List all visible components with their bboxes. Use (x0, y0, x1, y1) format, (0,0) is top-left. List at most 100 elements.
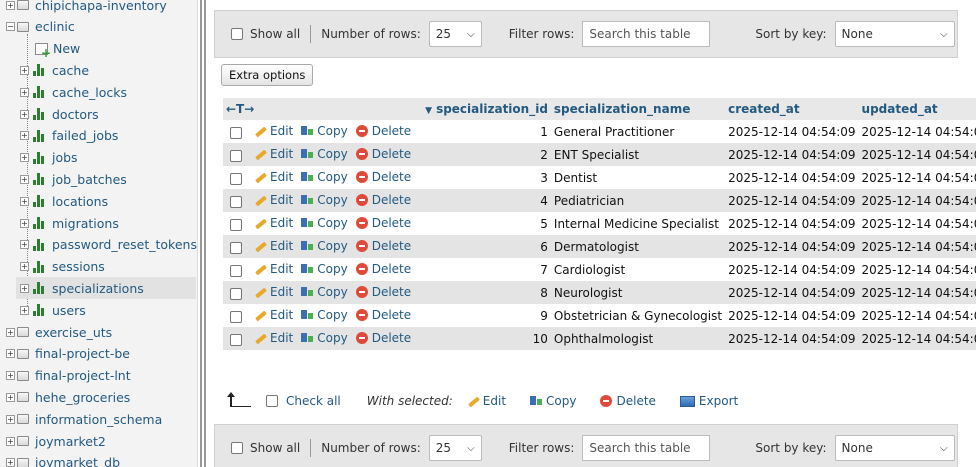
column-arrows[interactable]: ←T→ (223, 98, 423, 120)
cell-created-at[interactable]: 2025-12-14 04:54:09 (725, 166, 859, 189)
cell-updated-at[interactable]: 2025-12-14 04:54:09 (858, 304, 976, 327)
header-specialization-id[interactable]: ▼ specialization_id (422, 98, 551, 120)
expand-icon[interactable]: + (20, 262, 29, 272)
copy-button[interactable]: Copy (301, 285, 348, 299)
row-checkbox[interactable] (230, 288, 242, 300)
copy-button[interactable]: Copy (301, 124, 348, 138)
cell-updated-at[interactable]: 2025-12-14 04:54:09 (858, 258, 976, 281)
collapse-icon[interactable]: − (6, 22, 15, 32)
database-item[interactable]: + hehe_groceries (6, 386, 130, 408)
header-specialization-name[interactable]: specialization_name (550, 98, 726, 120)
database-item[interactable]: + final-project-be (6, 343, 130, 365)
cell-specialization-id[interactable]: 5 (422, 212, 551, 235)
filter-search-input[interactable]: Search this table (582, 21, 711, 47)
check-all-link[interactable]: Check all (286, 394, 341, 408)
cell-created-at[interactable]: 2025-12-14 04:54:09 (725, 120, 859, 143)
cell-specialization-name[interactable]: Dermatologist (550, 235, 726, 258)
expand-icon[interactable]: + (20, 131, 29, 141)
cell-specialization-name[interactable]: Obstetrician & Gynecologist (550, 304, 726, 327)
cell-updated-at[interactable]: 2025-12-14 04:54:09 (858, 235, 976, 258)
cell-specialization-id[interactable]: 10 (422, 327, 551, 350)
delete-button[interactable]: Delete (355, 285, 411, 299)
copy-button[interactable]: Copy (301, 262, 348, 276)
table-item[interactable]: + cache (16, 59, 89, 81)
check-all-checkbox[interactable] (266, 395, 278, 407)
cell-updated-at[interactable]: 2025-12-14 04:54:09 (858, 327, 976, 350)
table-item[interactable]: + sessions (16, 256, 105, 278)
expand-icon[interactable]: + (20, 283, 29, 293)
table-item[interactable]: + locations (16, 190, 108, 212)
table-item[interactable]: + jobs (16, 147, 78, 169)
header-created-at[interactable]: created_at (725, 98, 859, 120)
bulk-export-button[interactable]: Export (679, 394, 738, 408)
cell-specialization-name[interactable]: General Practitioner (550, 120, 726, 143)
delete-button[interactable]: Delete (355, 262, 411, 276)
cell-specialization-id[interactable]: 9 (422, 304, 551, 327)
table-item[interactable]: + password_reset_tokens (16, 234, 197, 256)
row-checkbox[interactable] (230, 196, 242, 208)
copy-button[interactable]: Copy (301, 239, 348, 253)
delete-button[interactable]: Delete (355, 239, 411, 253)
bulk-delete-button[interactable]: Delete (600, 394, 656, 408)
expand-icon[interactable]: + (20, 153, 29, 163)
cell-updated-at[interactable]: 2025-12-14 04:54:09 (858, 189, 976, 212)
expand-icon[interactable]: + (20, 65, 29, 75)
cell-updated-at[interactable]: 2025-12-14 04:54:09 (858, 120, 976, 143)
delete-button[interactable]: Delete (355, 216, 411, 230)
copy-button[interactable]: Copy (301, 216, 348, 230)
copy-button[interactable]: Copy (301, 147, 348, 161)
expand-icon[interactable]: + (6, 414, 15, 424)
cell-created-at[interactable]: 2025-12-14 04:54:09 (725, 143, 859, 166)
cell-created-at[interactable]: 2025-12-14 04:54:09 (725, 212, 859, 235)
delete-button[interactable]: Delete (355, 124, 411, 138)
database-item[interactable]: + joymarket2 (6, 430, 106, 452)
cell-specialization-name[interactable]: Pediatrician (550, 189, 726, 212)
show-all-checkbox[interactable] (231, 442, 243, 454)
cell-created-at[interactable]: 2025-12-14 04:54:09 (725, 281, 859, 304)
copy-button[interactable]: Copy (301, 170, 348, 184)
copy-button[interactable]: Copy (301, 308, 348, 322)
expand-icon[interactable]: + (6, 392, 15, 402)
table-item[interactable]: + job_batches (16, 168, 127, 190)
table-item[interactable]: + doctors (16, 103, 99, 125)
cell-updated-at[interactable]: 2025-12-14 04:54:09 (858, 143, 976, 166)
expand-icon[interactable]: + (6, 0, 15, 10)
copy-button[interactable]: Copy (301, 193, 348, 207)
cell-updated-at[interactable]: 2025-12-14 04:54:09 (858, 166, 976, 189)
edit-button[interactable]: Edit (254, 308, 293, 322)
edit-button[interactable]: Edit (254, 331, 293, 345)
row-checkbox[interactable] (230, 311, 242, 323)
edit-button[interactable]: Edit (254, 285, 293, 299)
row-checkbox[interactable] (230, 173, 242, 185)
bulk-copy-button[interactable]: Copy (530, 394, 576, 408)
expand-icon[interactable]: + (20, 109, 29, 119)
expand-icon[interactable]: + (20, 218, 29, 228)
delete-button[interactable]: Delete (355, 170, 411, 184)
row-checkbox[interactable] (230, 127, 242, 139)
pane-splitter[interactable] (198, 0, 206, 467)
edit-button[interactable]: Edit (254, 147, 293, 161)
rows-select[interactable]: 25 ⌵ (428, 21, 482, 47)
copy-button[interactable]: Copy (301, 331, 348, 345)
edit-button[interactable]: Edit (254, 193, 293, 207)
table-item[interactable]: + failed_jobs (16, 125, 118, 147)
delete-button[interactable]: Delete (355, 147, 411, 161)
expand-icon[interactable]: + (6, 327, 15, 337)
cell-updated-at[interactable]: 2025-12-14 04:54:09 (858, 281, 976, 304)
database-item[interactable]: + exercise_uts (6, 321, 112, 343)
cell-created-at[interactable]: 2025-12-14 04:54:09 (725, 258, 859, 281)
row-checkbox[interactable] (230, 150, 242, 162)
header-updated-at[interactable]: updated_at (858, 98, 976, 120)
database-item[interactable]: + joymarket_db (6, 452, 120, 467)
cell-created-at[interactable]: 2025-12-14 04:54:09 (725, 189, 859, 212)
row-checkbox[interactable] (230, 265, 242, 277)
expand-icon[interactable]: + (20, 174, 29, 184)
expand-icon[interactable]: + (6, 371, 15, 381)
expand-icon[interactable]: + (20, 196, 29, 206)
row-checkbox[interactable] (230, 334, 242, 346)
expand-icon[interactable]: + (6, 436, 15, 446)
edit-button[interactable]: Edit (254, 262, 293, 276)
cell-specialization-id[interactable]: 2 (422, 143, 551, 166)
extra-options-button[interactable]: Extra options (221, 64, 314, 86)
database-item[interactable]: + final-project-lnt (6, 365, 131, 387)
